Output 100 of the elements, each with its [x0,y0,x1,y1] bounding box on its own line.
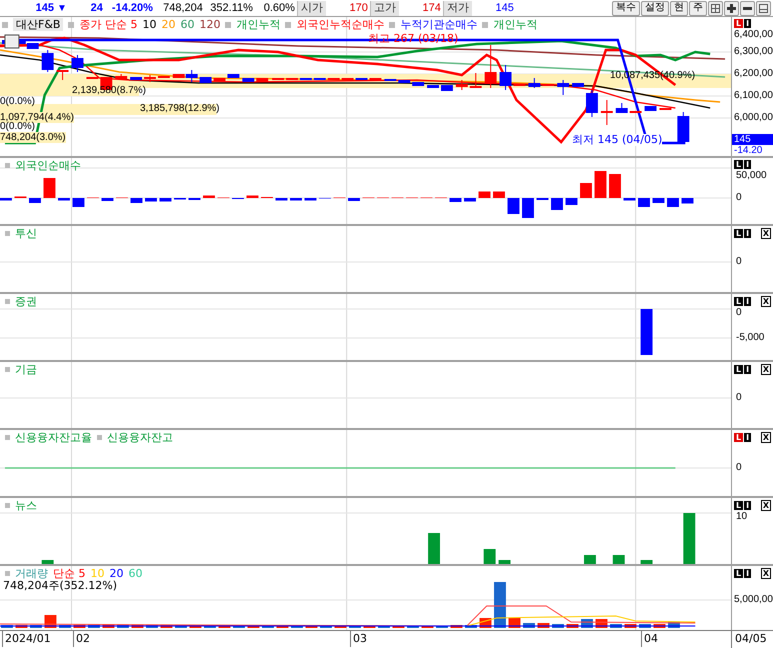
candlestick [256,78,268,82]
panel-toggle[interactable]: I [744,569,752,578]
panel-toggle[interactable]: I [744,365,752,374]
date-label: 04/05 [735,632,767,645]
net-buy-bar [58,198,70,200]
legend-item: 단순 5 [53,567,86,580]
news-count-bar [484,549,496,564]
net-buy-bar [508,198,520,214]
grid-icon[interactable] [708,0,723,16]
axis-label: 6,100,00 [734,90,773,101]
toolbar-button[interactable]: 설정 [641,0,669,16]
net-buy-bar [522,198,534,218]
volume-bar [523,623,535,628]
legend-item: 외국인누적순매수 [296,18,384,31]
volume-bar [538,623,550,628]
candlestick [616,102,628,114]
legend-marker-icon [68,22,74,28]
candlestick [200,77,212,83]
close-button[interactable]: X [760,568,771,579]
panel-title: 기금 [15,363,37,376]
panel-toggle[interactable]: L [734,365,744,374]
toolbar-button[interactable]: 주 [689,0,707,16]
net-buy-bar [290,198,302,200]
net-buy-bar [246,196,258,198]
panel-toggle[interactable]: L [734,19,744,28]
candlestick [130,77,142,80]
legend-marker-icon [482,22,488,28]
panel-toggle[interactable]: I [744,297,752,306]
close-button[interactable]: X [760,432,771,443]
trade-volume: 748,204 [162,0,203,16]
legend-marker-icon [5,367,10,372]
close-button[interactable]: X [760,500,771,511]
close-button[interactable]: X [760,364,771,375]
candlestick [342,78,354,80]
field-label: 고가 [370,0,399,16]
candlestick [514,84,526,86]
volume-bar [88,625,100,628]
minus-icon[interactable] [740,0,755,16]
net-buy-bar [145,198,157,202]
news-count-bar [428,533,440,564]
panel-toggle[interactable]: L [734,229,744,238]
volume-profile-label: 3,185,798(12.9%) [140,103,220,114]
candlestick [600,100,613,126]
toolbar-button[interactable]: 현 [670,0,688,16]
legend-marker-icon [5,571,10,576]
net-buy-bar [304,198,316,200]
panel-toggle[interactable]: I [744,160,752,169]
axis-label: 50,000 [736,170,767,181]
axis-label: 0 [736,462,742,473]
volume-bar [74,625,86,628]
panel-toggle[interactable]: I [744,433,752,442]
candlestick [242,78,254,82]
candlestick [456,80,468,90]
net-buy-bar [203,196,215,198]
field-label: 저가 [442,0,472,16]
net-buy-bar [464,198,476,202]
panel-toggle[interactable]: L [734,160,744,169]
panel-toggle[interactable]: L [734,297,744,306]
legend-item: 60 [128,567,142,580]
close-button[interactable]: X [760,296,771,307]
panel-title: 투신 [15,227,37,240]
panel-icon[interactable] [756,0,771,16]
price-tag: 145 [732,134,773,145]
candlestick [557,80,570,96]
volume-profile-label: 0(0.0%) [0,96,36,107]
net-buy-bar [276,198,288,200]
field-value: 145 [494,0,515,16]
panel-title: 외국인순매수 [15,159,81,172]
volume-bar [654,624,666,628]
legend-marker-icon [5,231,10,236]
volume-bar [175,625,187,628]
net-buy-bar [580,183,592,198]
volume-bar [610,624,622,628]
candlestick [72,54,84,72]
square-handle-icon[interactable] [4,34,20,48]
candlestick [227,74,240,78]
candlestick [644,106,656,111]
legend-marker-icon [5,163,10,168]
panel-toggle[interactable]: L [734,501,744,510]
candlestick [144,74,156,82]
panel-toggle[interactable]: I [744,501,752,510]
volume-bar [16,625,28,628]
stock-name-label[interactable]: 대산F&B [13,18,64,31]
panel-toggle[interactable]: L [734,569,744,578]
net-buy-bar [102,198,114,201]
axis-label: 6,300,00 [734,46,773,57]
date-label: 04 [641,631,658,647]
legend-item: 20 [161,18,176,31]
net-buy-bar [667,198,679,207]
plus-icon[interactable] [724,0,739,16]
legend-marker-icon [2,22,8,28]
candlestick [214,78,226,82]
close-button[interactable]: X [760,228,771,239]
legend-item: 개인누적 [493,18,538,31]
net-buy-bar [624,198,636,200]
panel-toggle[interactable]: I [744,229,752,238]
panel-toggle[interactable]: I [744,19,752,28]
legend-item: 개인누적 [236,18,280,31]
toolbar-button[interactable]: 복수 [612,0,640,16]
panel-toggle[interactable]: L [734,433,744,442]
